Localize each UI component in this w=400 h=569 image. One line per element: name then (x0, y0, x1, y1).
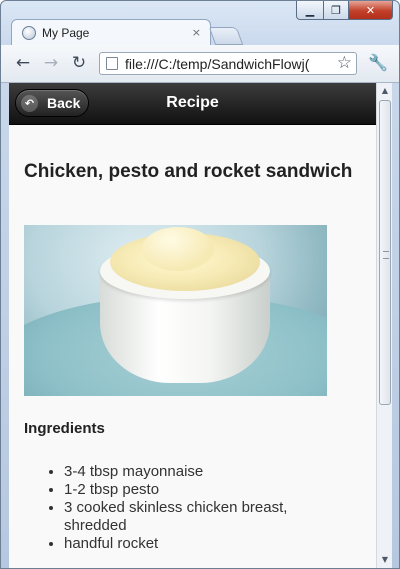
app-header-bar: ↶ Back Recipe (9, 83, 376, 125)
tab-title: My Page (42, 25, 90, 40)
mayonnaise-photo (24, 225, 327, 396)
minimize-button[interactable]: ▁ (296, 1, 324, 20)
page-icon (106, 57, 118, 70)
header-title: Recipe (166, 94, 219, 111)
globe-icon (22, 25, 36, 40)
vertical-scrollbar[interactable]: ▲ ▼ (376, 83, 393, 568)
tab-close-icon[interactable]: × (192, 26, 201, 39)
recipe-title: Chicken, pesto and rocket sandwich (24, 161, 353, 182)
browser-toolbar: ← → ↻ file:///C:/temp/SandwichFlowj( ☆ 🔧 (1, 45, 399, 83)
bookmark-star-icon[interactable]: ☆ (337, 53, 352, 73)
wrench-icon[interactable]: 🔧 (367, 52, 389, 74)
ingredient-item: handful rocket (64, 535, 354, 553)
back-arrow-icon[interactable]: ← (13, 53, 33, 73)
scroll-up-icon[interactable]: ▲ (377, 83, 393, 99)
window-frame-right (392, 83, 399, 568)
scrollbar-grip-icon (383, 251, 389, 259)
window-frame-left (1, 83, 9, 568)
window-caption-buttons: ▁ ❐ ✕ (296, 1, 393, 20)
forward-arrow-icon[interactable]: → (41, 53, 61, 73)
ingredient-item: 1-2 tbsp pesto (64, 481, 354, 499)
recipe-content: Chicken, pesto and rocket sandwich Ingre… (24, 161, 364, 552)
close-window-button[interactable]: ✕ (349, 1, 393, 20)
new-tab-button[interactable] (208, 27, 244, 45)
reload-icon[interactable]: ↻ (69, 53, 89, 73)
url-text[interactable]: file:///C:/temp/SandwichFlowj( (125, 56, 328, 72)
ingredient-item: 3-4 tbsp mayonnaise (64, 463, 354, 481)
ingredient-item: 3 cooked skinless chicken breast, shredd… (64, 499, 354, 535)
ingredients-heading: Ingredients (24, 420, 105, 437)
maximize-button[interactable]: ❐ (324, 1, 349, 20)
ingredients-list: 3-4 tbsp mayonnaise 1-2 tbsp pesto 3 coo… (24, 463, 354, 553)
scroll-down-icon[interactable]: ▼ (377, 552, 393, 568)
browser-tab[interactable]: My Page × (11, 19, 211, 45)
browser-window: ▁ ❐ ✕ My Page × ← → ↻ file:///C:/temp/Sa… (0, 0, 400, 569)
address-bar[interactable]: file:///C:/temp/SandwichFlowj( ☆ (99, 52, 357, 75)
photo-mayonnaise-swirl (142, 227, 214, 271)
scrollbar-thumb[interactable] (379, 100, 391, 405)
page-viewport: ↶ Back Recipe Chicken, pesto and rocket … (9, 83, 376, 568)
